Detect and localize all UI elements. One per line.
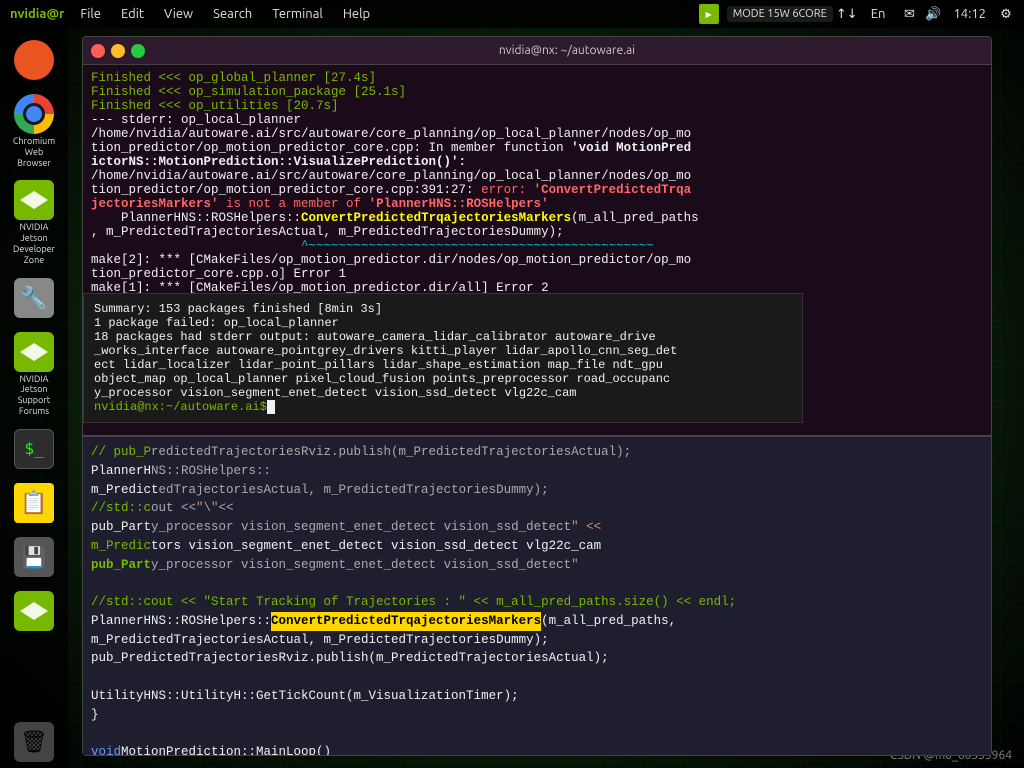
notification-line-7: y_processor vision_segment_enet_detect v… [94, 386, 576, 400]
code-close-brace: } [91, 706, 983, 725]
nvidia-logo-icon: ▶ [699, 4, 719, 24]
notification-line-5: ect lidar_localizer lidar_point_pillars … [94, 358, 663, 372]
minimize-button[interactable] [111, 44, 125, 58]
notification-line-6: object_map op_local_planner pixel_cloud_… [94, 372, 670, 386]
topbar: nvidia@r File Edit View Search Terminal … [0, 0, 1024, 28]
notification-line-1: Summary: 153 packages finished [8min 3s] [94, 302, 382, 316]
desktop: nvidia@r File Edit View Search Terminal … [0, 0, 1024, 768]
topbar-appname[interactable]: nvidia@r [4, 7, 70, 21]
code-pub-2: pub_PredictedTrajectoriesRviz.publish(m_… [91, 649, 983, 668]
code-line-pub: pub_Party_processor vision_segment_enet_… [91, 518, 983, 537]
terminal-dock-icon: $_ [14, 429, 54, 469]
code-pred-args: m_PredictedTrajectoriesActual, m_Predict… [91, 631, 983, 650]
notification-line-4: _works_interface autoware_pointgrey_driv… [94, 344, 677, 358]
sidebar-item-terminal[interactable]: $_ [7, 425, 61, 475]
clock: 14:12 [947, 7, 992, 21]
lang-indicator[interactable]: En [861, 0, 896, 28]
settings-icon[interactable]: ⚙ [996, 4, 1016, 24]
code-utilityhns: UtilityHNS::UtilityH::GetTickCount(m_Vis… [91, 687, 983, 706]
menu-search[interactable]: Search [203, 0, 262, 28]
code-planner-call: PlannerHNS::ROSHelpers::ConvertPredicted… [91, 612, 983, 631]
code-line-prompt: m_Predictors vision_segment_enet_detect … [91, 537, 983, 556]
notification-line-2: 1 package failed: op_local_planner [94, 316, 339, 330]
sidebar-item-nvidia-small[interactable] [7, 587, 61, 637]
chromium-icon [14, 94, 54, 134]
code-blank-2 [91, 668, 983, 687]
terminal-body[interactable]: Finished <<< op_global_planner [27.4s] F… [83, 65, 991, 755]
code-line-4: //std::cout << "\" << [91, 499, 983, 518]
menu-view[interactable]: View [154, 0, 203, 28]
nvidia-small-icon [14, 591, 54, 631]
terminal-lower: Save // pub_PredictedTrajectoriesRviz.pu… [83, 435, 991, 755]
sidebar-item-nvidia-support[interactable]: NVIDIAJetsonSupportForums [7, 328, 61, 421]
code-line-1: // pub_PredictedTrajectoriesRviz.publish… [91, 443, 983, 462]
sidebar-item-usb[interactable]: 💾 [7, 533, 61, 583]
code-line-3: m_PredictedTrajectoriesActual, m_Predict… [91, 481, 983, 500]
terminal-title: nvidia@nx: ~/autoware.ai [151, 44, 983, 57]
code-cout: //std::cout << "Start Tracking of Trajec… [91, 593, 983, 612]
terminal-titlebar: nvidia@nx: ~/autoware.ai [83, 37, 991, 65]
usb-icon: 💾 [14, 537, 54, 577]
topbar-left: nvidia@r File Edit View Search Terminal … [0, 0, 380, 28]
sidebar-item-wrench[interactable]: 🔧 [7, 274, 61, 324]
notification-prompt: nvidia@nx:~/autoware.ai$ [94, 400, 267, 414]
code-blank-3 [91, 724, 983, 743]
mode-badge: MODE 15W 6CORE [727, 6, 833, 22]
notes-icon: 📋 [14, 483, 54, 523]
nvidia-dev-label: NVIDIAJetsonDeveloperZone [13, 222, 55, 265]
nvidia-support-label: NVIDIAJetsonSupportForums [18, 374, 51, 417]
notification-popup: Summary: 153 packages finished [8min 3s]… [83, 293, 803, 423]
trash-icon: 🗑 [14, 722, 54, 762]
menu-terminal[interactable]: Terminal [262, 0, 333, 28]
chromium-label: ChromiumWebBrowser [13, 136, 55, 168]
volume-icon[interactable]: 🔊 [923, 4, 943, 24]
network-up-icon: ↑↓ [837, 4, 857, 24]
sidebar: ChromiumWebBrowser NVIDIAJetsonDeveloper… [0, 28, 68, 768]
wrench-icon: 🔧 [14, 278, 54, 318]
code-void-mainloop: void MotionPrediction::MainLoop() [91, 743, 983, 755]
code-line-2: PlannerHNS::ROSHelpers:: [91, 462, 983, 481]
code-line-promptline: pub_Party_processor vision_segment_enet_… [91, 556, 983, 575]
terminal-window: nvidia@nx: ~/autoware.ai Finished <<< op… [82, 36, 992, 756]
topbar-right: ▶ MODE 15W 6CORE ↑↓ En ✉ 🔊 14:12 ⚙ [699, 0, 1024, 28]
mail-icon[interactable]: ✉ [899, 4, 919, 24]
notification-line-3: 18 packages had stderr output: autoware_… [94, 330, 656, 344]
sidebar-item-nvidia-dev[interactable]: NVIDIAJetsonDeveloperZone [7, 176, 61, 269]
maximize-button[interactable] [131, 44, 145, 58]
ubuntu-icon [14, 40, 54, 80]
code-blank-1 [91, 574, 983, 593]
menu-edit[interactable]: Edit [111, 0, 154, 28]
sidebar-item-chromium[interactable]: ChromiumWebBrowser [7, 90, 61, 172]
menu-help[interactable]: Help [333, 0, 380, 28]
sidebar-item-notes[interactable]: 📋 [7, 479, 61, 529]
nvidia-dev-icon [14, 180, 54, 220]
sidebar-item-trash[interactable]: 🗑 [7, 718, 61, 768]
close-button[interactable] [91, 44, 105, 58]
nvidia-support-icon [14, 332, 54, 372]
sidebar-item-ubuntu[interactable] [7, 36, 61, 86]
menu-file[interactable]: File [70, 0, 111, 28]
code-pane[interactable]: // pub_PredictedTrajectoriesRviz.publish… [83, 435, 991, 755]
